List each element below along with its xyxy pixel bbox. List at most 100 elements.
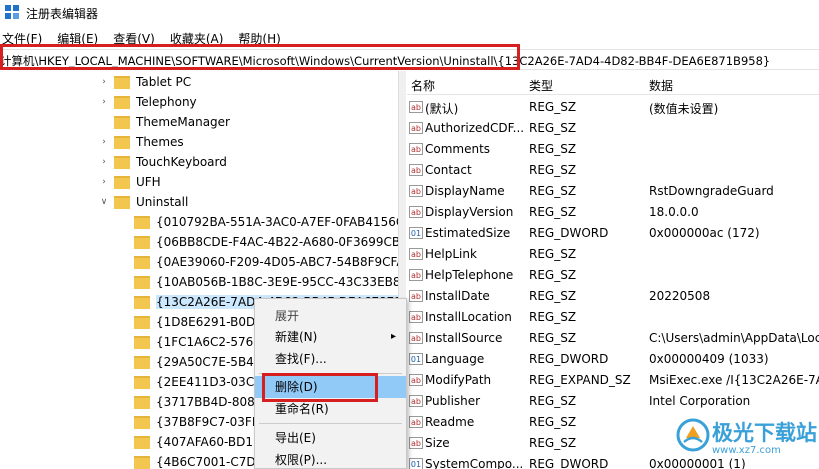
tree-item-label: {1FC1A6C2-576I [156, 335, 257, 349]
value-row[interactable]: ab InstallDate REG_SZ 20220508 [407, 286, 819, 307]
tree-item-label: {10AB056B-1B8C-3E9E-95CC-43C33EB8 [156, 275, 398, 289]
chevron-right-icon[interactable]: › [98, 177, 110, 187]
string-value-icon: ab [409, 437, 423, 449]
binary-value-icon: 01 [409, 458, 423, 469]
tree-item-label: UFH [136, 175, 161, 189]
folder-icon [134, 335, 150, 349]
value-data: (数值未设置) [649, 102, 719, 116]
ctx-new-label: 新建(N) [275, 330, 318, 344]
value-type: REG_DWORD [529, 226, 609, 240]
tree-item[interactable]: {1FC1A6C2-576I [118, 332, 257, 352]
tree-item[interactable]: {37B8F9C7-03FE [118, 412, 259, 432]
value-type: REG_SZ [529, 268, 577, 282]
ctx-export[interactable]: 导出(E) [255, 427, 406, 449]
value-row[interactable]: ab (默认) REG_SZ (数值未设置) [407, 97, 819, 118]
tree-item-label: {2EE411D3-03C [156, 375, 255, 389]
tree-item[interactable]: ThemeManager [98, 112, 230, 132]
value-row[interactable]: ab ModifyPath REG_EXPAND_SZ MsiExec.exe /I{… [407, 370, 819, 391]
ctx-expand[interactable]: 展开 [255, 305, 406, 327]
chevron-right-icon[interactable]: › [98, 97, 110, 107]
tree-item[interactable]: › UFH [98, 172, 161, 192]
value-type: REG_SZ [529, 121, 577, 135]
folder-icon [134, 215, 150, 229]
value-row[interactable]: ab Contact REG_SZ [407, 160, 819, 181]
value-row[interactable]: ab HelpTelephone REG_SZ [407, 265, 819, 286]
value-row[interactable]: ab Publisher REG_SZ Intel Corporation [407, 391, 819, 412]
value-name: EstimatedSize [425, 226, 511, 240]
value-name: InstallLocation [425, 310, 512, 324]
tree-item-label: {407AFA60-BD1 [156, 435, 254, 449]
value-row[interactable]: 01 EstimatedSize REG_DWORD 0x000000ac (172) [407, 223, 819, 244]
folder-icon [114, 115, 130, 129]
tree-item[interactable]: {06BB8CDE-F4AC-4B22-A680-0F3699CB [118, 232, 398, 252]
string-value-icon: ab [409, 374, 423, 386]
value-name: HelpTelephone [425, 268, 514, 282]
tree-item[interactable]: › Tablet PC [98, 72, 191, 92]
string-value-icon: ab [409, 185, 423, 197]
chevron-down-icon[interactable]: ∨ [98, 197, 110, 207]
tree-item[interactable]: {0AE39060-F209-4D05-ABC7-54B8F9CFA [118, 252, 398, 272]
tree-item-label: {0AE39060-F209-4D05-ABC7-54B8F9CFA [156, 255, 398, 269]
tree-item[interactable]: {3717BB4D-808 [118, 392, 255, 412]
column-type-header[interactable]: 类型 [529, 77, 553, 94]
ctx-separator [259, 423, 402, 424]
value-name: Publisher [425, 394, 481, 408]
tree-item-label: Telephony [136, 95, 197, 109]
value-row[interactable]: ab Comments REG_SZ [407, 139, 819, 160]
values-list[interactable]: 名称 类型 数据 ab (默认) REG_SZ (数值未设置) ab Authorized… [407, 71, 819, 469]
tree-item-label: {3717BB4D-808 [156, 395, 255, 409]
value-type: REG_SZ [529, 205, 577, 219]
tree-item[interactable]: › TouchKeyboard [98, 152, 227, 172]
value-name: (默认) [425, 102, 459, 116]
value-type: REG_SZ [529, 415, 577, 429]
value-row[interactable]: ab DisplayVersion REG_SZ 18.0.0.0 [407, 202, 819, 223]
tree-item[interactable]: › Telephony [98, 92, 197, 112]
tree-item[interactable]: {2EE411D3-03C [118, 372, 254, 392]
watermark: 极光下载站 www.xz7.com [672, 412, 817, 466]
tree-item[interactable]: {1D8E6291-B0D [118, 312, 255, 332]
watermark-logo-icon [676, 418, 710, 452]
value-row[interactable]: 01 Language REG_DWORD 0x00000409 (1033) [407, 349, 819, 370]
string-value-icon: ab [409, 395, 423, 407]
value-row[interactable]: ab HelpLink REG_SZ [407, 244, 819, 265]
tree-item-label: TouchKeyboard [136, 155, 227, 169]
value-type: REG_SZ [529, 247, 577, 261]
tree-item[interactable]: {29A50C7E-5B4 [118, 352, 254, 372]
chevron-right-icon[interactable]: › [98, 77, 110, 87]
value-type: REG_SZ [529, 310, 577, 324]
folder-icon [114, 155, 130, 169]
tree-item-label: {010792BA-551A-3AC0-A7EF-0FAB4156C [156, 215, 398, 229]
tree-item[interactable]: › Themes [98, 132, 183, 152]
ctx-permissions[interactable]: 权限(P)... [255, 449, 406, 469]
folder-icon [114, 75, 130, 89]
string-value-icon: ab [409, 101, 423, 113]
value-row[interactable]: ab DisplayName REG_SZ RstDowngradeGuard [407, 181, 819, 202]
value-row[interactable]: ab InstallSource REG_SZ C:\Users\admin\AppD… [407, 328, 819, 349]
tree-item[interactable]: {4B6C7001-C7D [118, 452, 256, 469]
tree-item-label: Tablet PC [136, 75, 192, 89]
value-row[interactable]: ab InstallLocation REG_SZ [407, 307, 819, 328]
column-name-header[interactable]: 名称 [411, 77, 435, 94]
value-name: SystemCompo... [425, 457, 524, 469]
folder-icon [134, 295, 150, 309]
tree-item[interactable]: {407AFA60-BD1 [118, 432, 253, 452]
folder-icon [114, 175, 130, 189]
tree-item-label: Uninstall [136, 195, 189, 209]
folder-icon [114, 95, 130, 109]
string-value-icon: ab [409, 206, 423, 218]
value-name: Language [425, 352, 485, 366]
chevron-right-icon[interactable]: › [98, 157, 110, 167]
tree-item[interactable]: {010792BA-551A-3AC0-A7EF-0FAB4156C [118, 212, 398, 232]
value-data: 0x000000ac (172) [649, 226, 760, 240]
column-data-header[interactable]: 数据 [649, 77, 673, 94]
string-value-icon: ab [409, 269, 423, 281]
ctx-new[interactable]: 新建(N) ▸ [255, 326, 406, 348]
ctx-find[interactable]: 查找(F)... [255, 348, 406, 370]
values-header: 名称 类型 数据 [407, 71, 819, 95]
tree-item[interactable]: {10AB056B-1B8C-3E9E-95CC-43C33EB8 [118, 272, 398, 292]
tree-item[interactable]: ∨ Uninstall [98, 192, 189, 212]
chevron-right-icon[interactable]: › [98, 137, 110, 147]
value-row[interactable]: ab AuthorizedCDF... REG_SZ [407, 118, 819, 139]
value-type: REG_SZ [529, 184, 577, 198]
value-data: Intel Corporation [649, 394, 751, 408]
